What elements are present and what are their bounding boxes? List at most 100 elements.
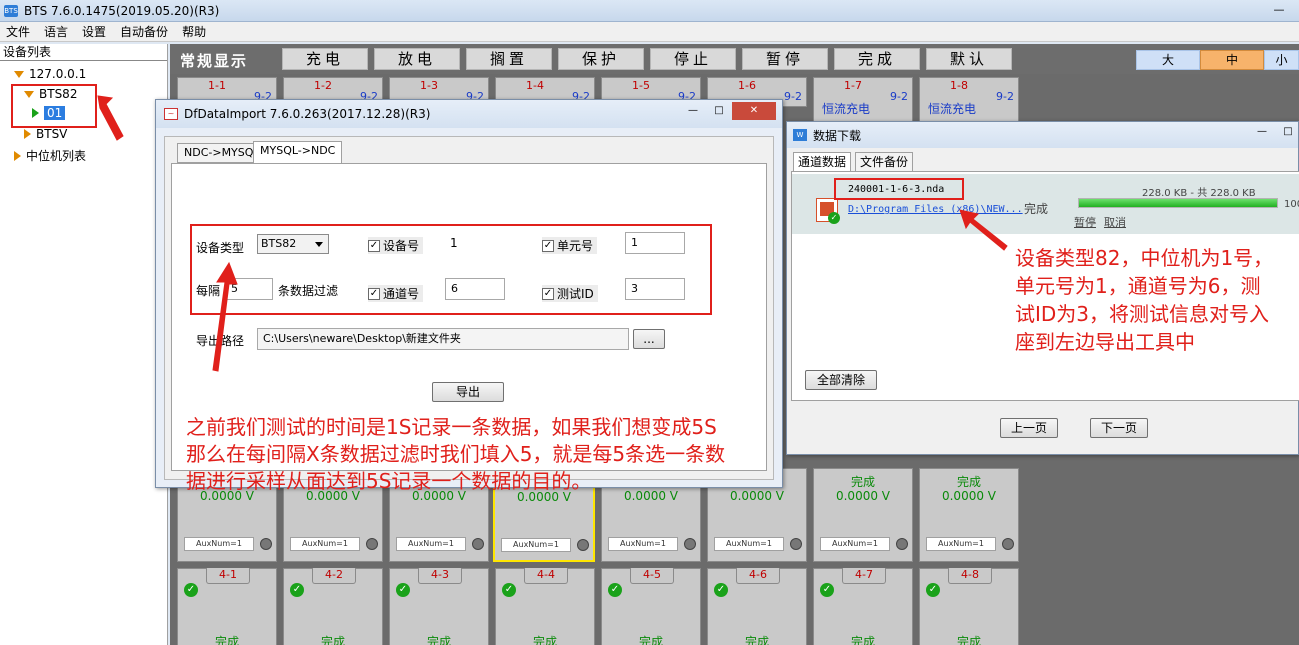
maximize-icon[interactable]: □ bbox=[1278, 124, 1298, 140]
download-file-path-link[interactable]: D:\Program Files (x86)\NEW... bbox=[848, 204, 1023, 215]
highlight-box-filename bbox=[834, 178, 964, 200]
download-percent: 100 bbox=[1284, 199, 1299, 210]
filter-finish-button[interactable]: 完成 bbox=[834, 48, 920, 70]
filter-rest-button[interactable]: 搁置 bbox=[466, 48, 552, 70]
browse-button[interactable]: ... bbox=[633, 329, 665, 349]
menu-file[interactable]: 文件 bbox=[6, 23, 30, 40]
regular-view-label: 常规显示 bbox=[180, 52, 249, 70]
aux-count: AuxNum=1 bbox=[820, 537, 890, 551]
left-annotation-line-3: 据进行采样从面达到5S记录一个数据的目的。 bbox=[186, 469, 592, 493]
menu-bar: 文件 语言 设置 自动备份 帮助 bbox=[0, 22, 1299, 42]
channel-cell[interactable]: 4-3 ✓ 完成 bbox=[389, 568, 489, 645]
cancel-link[interactable]: 取消 bbox=[1104, 214, 1126, 230]
filter-protect-button[interactable]: 保护 bbox=[558, 48, 644, 70]
import-dialog-controls: — □ ✕ bbox=[680, 102, 776, 120]
channel-state: 完成 bbox=[320, 635, 345, 645]
check-icon: ✓ bbox=[502, 583, 516, 597]
download-size: 228.0 KB - 共 228.0 KB bbox=[1142, 188, 1256, 199]
channel-cell[interactable]: 4-2 ✓ 完成 bbox=[283, 568, 383, 645]
size-medium-button[interactable]: 中 bbox=[1200, 50, 1264, 70]
channel-state: 完成 bbox=[956, 475, 981, 489]
channel-id: 4-3 bbox=[418, 568, 462, 584]
channel-id: 1-5 bbox=[632, 79, 650, 92]
channel-sub: 9-2 bbox=[890, 90, 908, 103]
minimize-icon[interactable]: — bbox=[680, 102, 706, 120]
size-small-button[interactable]: 小 bbox=[1264, 50, 1299, 70]
highlight-box-params bbox=[190, 224, 712, 315]
aux-count: AuxNum=1 bbox=[501, 538, 571, 552]
channel-cell[interactable]: 完成 0.0000 V AuxNum=1 bbox=[919, 468, 1019, 562]
minimize-icon[interactable]: — bbox=[1259, 0, 1299, 20]
filter-discharge-button[interactable]: 放电 bbox=[374, 48, 460, 70]
channel-state: 完成 bbox=[214, 635, 239, 645]
tree-node-btsv[interactable]: BTSV bbox=[24, 127, 67, 141]
download-dialog-titlebar: W 数据下载 — □ bbox=[787, 122, 1298, 148]
check-icon: ✓ bbox=[608, 583, 622, 597]
plug-icon bbox=[260, 538, 272, 550]
tab-mysql-to-ndc[interactable]: MYSQL->NDC bbox=[253, 141, 343, 164]
filter-charge-button[interactable]: 充电 bbox=[282, 48, 368, 70]
menu-language[interactable]: 语言 bbox=[44, 23, 68, 40]
aux-count: AuxNum=1 bbox=[396, 537, 466, 551]
download-dialog: W 数据下载 — □ 通道数据 文件备份 ✓ 240001-1-6-3.nda … bbox=[786, 121, 1299, 455]
channel-cell[interactable]: 完成 0.0000 V AuxNum=1 bbox=[813, 468, 913, 562]
mysql-to-ndc-panel: 设备类型 BTS82 ✓ 设备号 1 ✓ 单元号 1 每隔 5 条数据过滤 ✓ … bbox=[171, 163, 767, 493]
app-icon: BTS bbox=[4, 4, 18, 17]
tree-node-ip[interactable]: 127.0.0.1 bbox=[14, 67, 86, 81]
aux-count: AuxNum=1 bbox=[714, 537, 784, 551]
channel-id: 1-1 bbox=[208, 79, 226, 92]
plug-icon bbox=[366, 538, 378, 550]
channel-sub: 9-2 bbox=[784, 90, 802, 103]
right-annotation-line-2: 单元号为1，通道号为6，测 bbox=[1015, 274, 1261, 298]
channel-cell[interactable]: 4-6 ✓ 完成 bbox=[707, 568, 807, 645]
waveform-icon: ~ bbox=[164, 108, 178, 120]
check-icon: ✓ bbox=[184, 583, 198, 597]
channel-id: 1-8 bbox=[950, 79, 968, 92]
size-large-button[interactable]: 大 bbox=[1136, 50, 1200, 70]
plug-icon bbox=[472, 538, 484, 550]
channel-cell[interactable]: 4-4 ✓ 完成 bbox=[495, 568, 595, 645]
filter-stop-button[interactable]: 停止 bbox=[650, 48, 736, 70]
menu-autobackup[interactable]: 自动备份 bbox=[120, 23, 168, 40]
left-annotation-line-1: 之前我们测试的时间是1S记录一条数据，如果我们想变成5S bbox=[186, 415, 717, 439]
export-button[interactable]: 导出 bbox=[432, 382, 504, 402]
device-tree: 设备列表 127.0.0.1 BTS82 01 BTSV 中位机列表 bbox=[0, 44, 168, 645]
filter-default-button[interactable]: 默认 bbox=[926, 48, 1012, 70]
channel-state: 完成 bbox=[850, 635, 875, 645]
channel-id: 4-5 bbox=[630, 568, 674, 584]
check-icon: ✓ bbox=[396, 583, 410, 597]
prev-page-button[interactable]: 上一页 bbox=[1000, 418, 1058, 438]
close-icon[interactable]: ✕ bbox=[732, 102, 776, 120]
window-controls: — bbox=[1259, 0, 1299, 20]
device-tree-header: 设备列表 bbox=[0, 44, 167, 61]
tab-file-backup[interactable]: 文件备份 bbox=[855, 152, 914, 172]
channel-id: 4-4 bbox=[524, 568, 568, 584]
channel-id: 4-8 bbox=[948, 568, 992, 584]
channel-id: 4-7 bbox=[842, 568, 886, 584]
channel-id: 4-6 bbox=[736, 568, 780, 584]
minimize-icon[interactable]: — bbox=[1252, 124, 1272, 140]
export-path-input[interactable]: C:\Users\neware\Desktop\新建文件夹 bbox=[257, 328, 629, 350]
maximize-icon[interactable]: □ bbox=[706, 102, 732, 120]
channel-cell[interactable]: 4-7 ✓ 完成 bbox=[813, 568, 913, 645]
pause-link[interactable]: 暂停 bbox=[1074, 214, 1096, 230]
app-titlebar: BTS BTS 7.6.0.1475(2019.05.20)(R3) — bbox=[0, 0, 1299, 22]
clear-all-button[interactable]: 全部清除 bbox=[805, 370, 877, 390]
channel-state: 恒流充电 bbox=[822, 102, 871, 116]
channel-state: 完成 bbox=[426, 635, 451, 645]
filter-pause-button[interactable]: 暂停 bbox=[742, 48, 828, 70]
channel-cell[interactable]: 1-7 9-2 恒流充电 bbox=[813, 77, 913, 123]
tree-node-midlist[interactable]: 中位机列表 bbox=[14, 147, 86, 164]
aux-count: AuxNum=1 bbox=[184, 537, 254, 551]
download-progress-bar bbox=[1078, 198, 1278, 208]
menu-settings[interactable]: 设置 bbox=[82, 23, 106, 40]
channel-cell[interactable]: 4-8 ✓ 完成 bbox=[919, 568, 1019, 645]
plug-icon bbox=[1002, 538, 1014, 550]
channel-cell[interactable]: 4-1 ✓ 完成 bbox=[177, 568, 277, 645]
channel-cell[interactable]: 1-8 9-2 恒流充电 bbox=[919, 77, 1019, 123]
menu-help[interactable]: 帮助 bbox=[182, 23, 206, 40]
channel-cell[interactable]: 4-5 ✓ 完成 bbox=[601, 568, 701, 645]
tab-channel-data[interactable]: 通道数据 bbox=[793, 152, 852, 172]
next-page-button[interactable]: 下一页 bbox=[1090, 418, 1148, 438]
download-progress-fill bbox=[1079, 199, 1277, 207]
